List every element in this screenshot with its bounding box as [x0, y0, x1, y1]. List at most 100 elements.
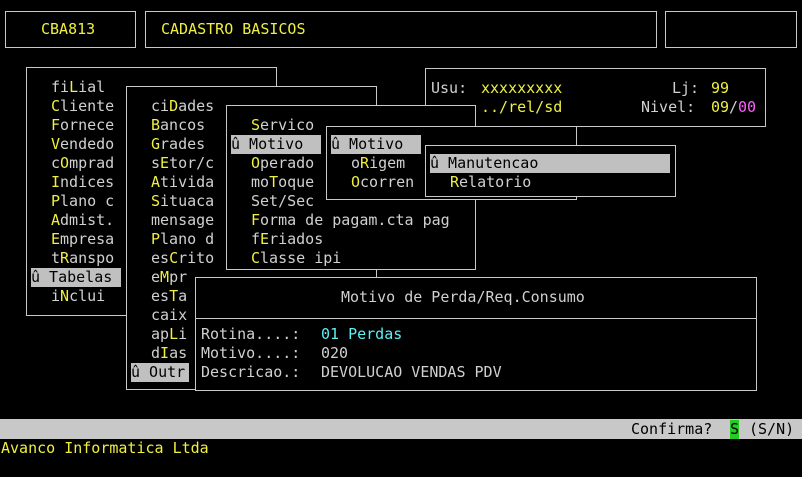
- menu-item-prefix: o: [351, 154, 361, 172]
- menu2-item[interactable]: Bancos: [151, 116, 205, 135]
- menu2-item[interactable]: esCrito: [151, 249, 214, 268]
- menu2-item[interactable]: eMpr: [151, 268, 187, 287]
- menu-item-suffix: orma de pagam.cta pag: [260, 211, 450, 229]
- menu-item-hotkey: T: [269, 173, 279, 191]
- menu-item-hotkey: B: [151, 116, 161, 134]
- menu3-item[interactable]: Servico: [251, 116, 314, 135]
- menu2-item[interactable]: apLi: [151, 325, 187, 344]
- descricao-value[interactable]: DEVOLUCAO VENDAS PDV: [321, 363, 502, 382]
- menu-item-suffix: riados: [269, 230, 324, 248]
- menu-item-prefix: i: [51, 287, 61, 305]
- menu3-item[interactable]: Operado: [251, 154, 314, 173]
- dialog-title: Motivo de Perda/Req.Consumo: [341, 288, 585, 306]
- rotina-label: Rotina....:: [201, 325, 301, 343]
- menu-item-suffix: liente: [60, 97, 115, 115]
- menu-item-hotkey: P: [151, 230, 161, 248]
- motivo-value[interactable]: 020: [321, 344, 348, 363]
- menu3-item-selected[interactable]: û Motivo: [231, 135, 321, 154]
- menu1-item[interactable]: Indices: [51, 173, 114, 192]
- menu1-item[interactable]: Empresa: [51, 230, 114, 249]
- menu-item-prefix: es: [151, 287, 170, 305]
- menu-item-suffix: lano c: [60, 192, 115, 210]
- confirm-options: (S/N): [749, 420, 795, 438]
- menu1-item[interactable]: iNclui: [51, 287, 105, 306]
- menu4-item-selected[interactable]: û Motivo: [331, 135, 421, 154]
- menu-item-suffix: rades: [160, 135, 206, 153]
- menu-item-suffix: lasse ipi: [260, 249, 342, 267]
- menu1-item[interactable]: Plano c: [51, 192, 114, 211]
- menu-item-label: û Motivo: [231, 135, 304, 153]
- menu3-item[interactable]: moToque: [251, 173, 314, 192]
- menu-item-suffix: lano d: [160, 230, 215, 248]
- menu2-item[interactable]: mensage: [151, 211, 214, 230]
- header-right-box: [665, 11, 797, 48]
- menu-item-hotkey: O: [351, 173, 361, 191]
- menu1-item[interactable]: fiLial: [51, 78, 105, 97]
- menu-item-suffix: rito: [178, 249, 215, 267]
- menu3-item[interactable]: Classe ipi: [251, 249, 341, 268]
- menu-item-suffix: oque: [278, 173, 315, 191]
- menu2-item[interactable]: Plano d: [151, 230, 214, 249]
- menu-item-prefix: c: [51, 154, 61, 172]
- menu-item-prefix: mo: [251, 173, 270, 191]
- menu2-item[interactable]: sEtor/c: [151, 154, 214, 173]
- screen-title-box: CADASTRO BASICOS: [145, 11, 657, 48]
- menu-item-hotkey: C: [169, 249, 179, 267]
- menu2-item-selected[interactable]: û Outr: [131, 363, 189, 382]
- menu4-item[interactable]: Ocorren: [351, 173, 414, 192]
- menu-item-hotkey: C: [51, 97, 61, 115]
- menu2-item[interactable]: caix: [151, 306, 187, 325]
- menu5-item[interactable]: Relatorio: [450, 173, 531, 192]
- menu3-item[interactable]: fEriados: [251, 230, 323, 249]
- menu1-item[interactable]: Vendedo: [51, 135, 114, 154]
- menu-item-hotkey: V: [51, 135, 61, 153]
- menu1-item[interactable]: Fornece: [51, 116, 114, 135]
- menu-item-suffix: mensage: [151, 211, 215, 229]
- menu-item-hotkey: N: [60, 287, 70, 305]
- dialog-divider: [196, 318, 756, 319]
- menu-item-prefix: t: [51, 249, 61, 267]
- menu1-item[interactable]: tRanspo: [51, 249, 114, 268]
- menu-item-suffix: anspo: [69, 249, 115, 267]
- company-name: Avanco Informatica Ltda: [1, 439, 209, 457]
- menu-item-suffix: ndices: [60, 173, 115, 191]
- menu-item-suffix: endedo: [60, 135, 115, 153]
- menu3-item[interactable]: Set/Sec: [251, 192, 314, 211]
- menu-item-suffix: clui: [69, 287, 106, 305]
- menu2-item[interactable]: dIas: [151, 344, 187, 363]
- menu-item-suffix: ituaca: [160, 192, 215, 210]
- descricao-label: Descricao.:: [201, 363, 301, 381]
- menu2-item[interactable]: ciDades: [151, 97, 214, 116]
- confirm-answer[interactable]: S: [730, 420, 740, 439]
- store-label: Lj:: [672, 79, 700, 97]
- menu-item-hotkey: S: [251, 116, 261, 134]
- confirm-prompt: Confirma?: [631, 420, 713, 438]
- menu2-item[interactable]: Situaca: [151, 192, 214, 211]
- menu2-item[interactable]: Grades: [151, 135, 205, 154]
- screen-title: CADASTRO BASICOS: [161, 20, 306, 38]
- menu-item-hotkey: I: [160, 344, 170, 362]
- motivo-label: Motivo....:: [201, 344, 301, 362]
- menu3-item[interactable]: Forma de pagam.cta pag: [251, 211, 450, 230]
- level-label: Nivel:: [641, 98, 696, 116]
- rotina-value[interactable]: 01 Perdas: [321, 325, 402, 344]
- menu-item-suffix: mprad: [69, 154, 115, 172]
- menu-item-suffix: mpresa: [60, 230, 115, 248]
- menu1-item[interactable]: Admist.: [51, 211, 114, 230]
- menu-item-hotkey: D: [169, 97, 179, 115]
- menu1-item[interactable]: Cliente: [51, 97, 114, 116]
- menu-item-hotkey: L: [169, 325, 179, 343]
- menu2-item[interactable]: esTa: [151, 287, 187, 306]
- menu2-item[interactable]: Ativida: [151, 173, 214, 192]
- menu-item-prefix: f: [251, 230, 261, 248]
- menu-item-label: û Outr: [131, 363, 186, 381]
- menu1-item-selected[interactable]: û Tabelas: [31, 268, 121, 287]
- menu1-item[interactable]: cOmprad: [51, 154, 114, 173]
- menu-item-suffix: as: [169, 344, 188, 362]
- menu4-item[interactable]: oRigem: [351, 154, 405, 173]
- menu5-item-selected[interactable]: û Manutencao: [430, 154, 670, 173]
- status-bar: Confirma? S (S/N): [0, 419, 802, 439]
- menu-item-suffix: ial: [78, 78, 106, 96]
- menu-item-suffix: igem: [369, 154, 406, 172]
- menu-item-suffix: ornece: [60, 116, 115, 134]
